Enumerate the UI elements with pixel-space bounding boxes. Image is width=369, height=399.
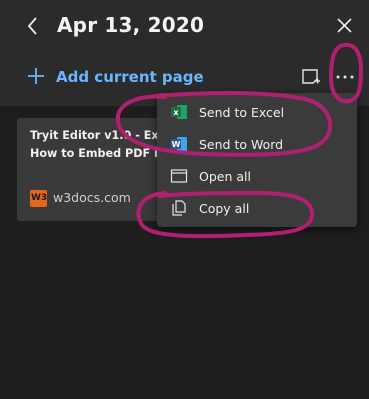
menu-item-copy-all[interactable]: Copy all	[157, 192, 357, 224]
context-menu: x Send to Excel W Send to Word Open all	[157, 93, 357, 227]
site-logo-icon: W3	[30, 190, 47, 207]
close-icon	[337, 18, 352, 33]
plus-icon[interactable]	[25, 65, 47, 87]
more-options-button[interactable]	[333, 68, 357, 86]
add-current-page-button[interactable]: Add current page	[56, 68, 204, 86]
page-title: Apr 13, 2020	[57, 13, 205, 37]
menu-label: Copy all	[199, 201, 250, 216]
add-note-button[interactable]	[300, 66, 322, 88]
card-title-line-1: Tryit Editor v1.0 - Example	[30, 129, 177, 142]
menu-item-open-all[interactable]: Open all	[157, 160, 357, 192]
word-icon: W	[171, 137, 187, 151]
site-logo-text: W3	[31, 193, 48, 203]
collection-panel: Apr 13, 2020 Add current page Tryit Edit…	[0, 0, 369, 399]
collection-card[interactable]: Tryit Editor v1.0 - Example How to Embed…	[17, 118, 177, 221]
svg-text:x: x	[173, 108, 179, 117]
open-all-icon	[170, 169, 188, 183]
menu-label: Send to Word	[199, 137, 284, 152]
chevron-left-icon	[27, 17, 37, 35]
card-title-line-2: How to Embed PDF in HTML	[30, 147, 177, 160]
back-button[interactable]	[22, 13, 44, 39]
menu-label: Send to Excel	[199, 105, 285, 120]
menu-label: Open all	[199, 169, 251, 184]
add-note-icon	[302, 69, 320, 84]
copy-icon	[172, 200, 186, 216]
close-button[interactable]	[334, 15, 356, 37]
card-title: Tryit Editor v1.0 - Example How to Embed…	[30, 127, 177, 163]
svg-text:W: W	[172, 140, 181, 149]
excel-icon: x	[171, 105, 187, 119]
site-name: w3docs.com	[53, 190, 131, 205]
more-icon	[336, 75, 354, 79]
header: Apr 13, 2020	[0, 0, 369, 52]
menu-item-send-to-word[interactable]: W Send to Word	[157, 128, 357, 160]
menu-item-send-to-excel[interactable]: x Send to Excel	[157, 96, 357, 128]
